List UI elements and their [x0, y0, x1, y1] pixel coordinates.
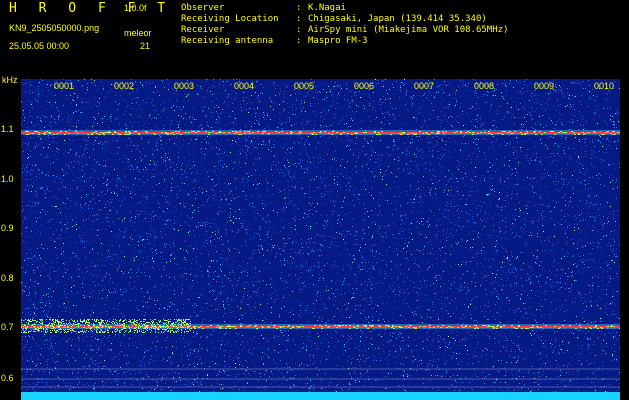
x-tick-label: 0010	[594, 81, 615, 91]
x-tick-label: 0009	[534, 81, 555, 91]
noise-layer	[21, 79, 620, 392]
app-version: 1.0.0f	[124, 3, 147, 13]
y-tick-label: 0.6	[1, 373, 14, 383]
y-tick-label: 0.8	[1, 273, 14, 283]
baseline-band	[21, 392, 620, 400]
x-tick-label: 0001	[54, 81, 75, 91]
app-brand: H R O F F T	[9, 1, 173, 16]
datetime: 25.05.05 00:00	[9, 41, 70, 51]
x-tick-label: 0004	[234, 81, 255, 91]
x-tick-label: 0003	[174, 81, 195, 91]
y-tick-label: 0.9	[1, 223, 14, 233]
header-panel: H R O F F T 1.0.0f KN9_2505050000.png me…	[0, 0, 629, 76]
meta-observer: Observer: K.Nagai	[181, 3, 346, 13]
metadata-block: Observer: K.Nagai Receiving Location: Chig…	[181, 3, 508, 47]
meta-antenna: Receiving antenna: Maspro FM-3	[181, 36, 368, 46]
count-value: 21	[140, 41, 151, 51]
x-tick-label: 0008	[474, 81, 495, 91]
x-tick-label: 0006	[354, 81, 375, 91]
spectral-line-upper	[21, 130, 620, 135]
y-tick-label: 0.7	[1, 322, 14, 332]
site-label: meleor	[124, 28, 152, 38]
x-tick-label: 0005	[294, 81, 315, 91]
meta-receiver: Receiver: AirSpy mini (Miakejima VOR 108.…	[181, 25, 509, 35]
spectrogram-canvas	[21, 79, 620, 392]
spectrogram-plot	[21, 79, 620, 392]
y-axis-unit: kHz	[2, 75, 18, 85]
x-tick-label: 0007	[414, 81, 435, 91]
meta-location: Receiving Location: Chigasaki, Japan (139…	[181, 14, 487, 24]
y-tick-label: 1.0	[1, 174, 14, 184]
y-tick-label: 1.1	[1, 124, 14, 134]
x-tick-label: 0002	[114, 81, 135, 91]
file-name: KN9_2505050000.png	[9, 23, 100, 33]
